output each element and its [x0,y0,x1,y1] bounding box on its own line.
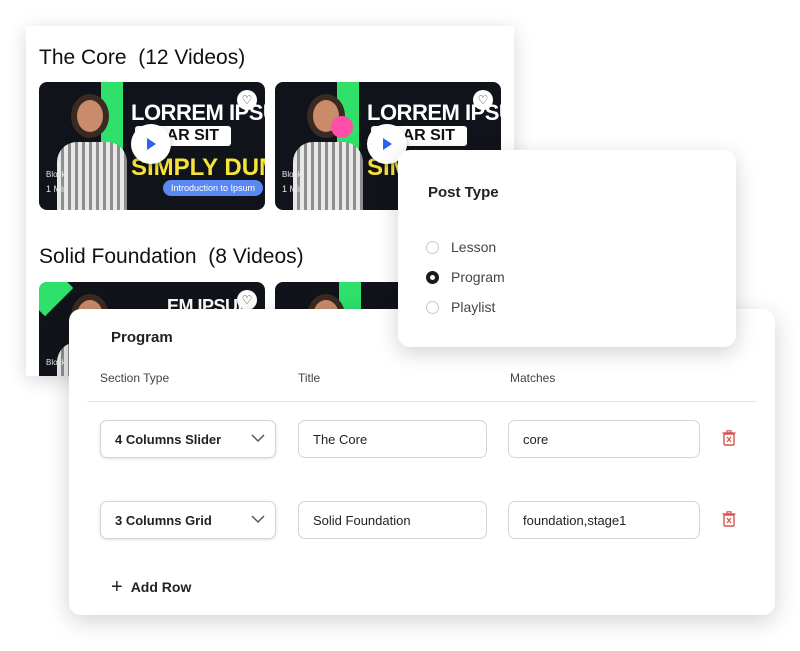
title-input[interactable]: The Core [298,420,487,458]
add-row-button[interactable]: + Add Row [111,577,191,597]
header-divider [87,401,757,402]
add-row-label: Add Row [130,579,192,595]
section-title-solid-foundation: Solid Foundation (8 Videos) [39,245,304,268]
radio-label: Lesson [451,239,497,255]
radio-label: Program [451,269,505,285]
title-input[interactable]: Solid Foundation [298,501,487,539]
radio-option-program[interactable]: Program [426,269,505,285]
column-header-title: Title [298,371,321,385]
heart-icon[interactable]: ♡ [237,90,257,110]
matches-input[interactable]: core [508,420,700,458]
chevron-down-icon [251,515,265,524]
section-title-the-core: The Core (12 Videos) [39,46,246,69]
radio-button-playlist[interactable] [426,300,439,314]
program-title: Program [111,329,173,346]
trash-icon[interactable] [722,511,736,527]
chevron-down-icon [251,434,265,443]
thumbnail-meta-duration: 1 Min [46,184,69,194]
section-type-value: 3 Columns Grid [115,512,212,528]
plus-icon: + [111,576,123,598]
trash-icon[interactable] [722,430,736,446]
thumbnail-meta-block: Block [282,170,302,179]
heart-icon[interactable]: ♡ [473,90,493,110]
post-type-panel: Post Type Lesson Program Playlist [398,150,736,347]
section-type-value: 4 Columns Slider [115,431,222,447]
heart-icon[interactable]: ♡ [237,290,257,310]
column-header-matches: Matches [510,371,556,385]
thumbnail-meta-block: Block [46,358,66,367]
radio-button-program[interactable] [426,270,439,284]
thumbnail-meta-duration: 1 Min [282,184,305,194]
video-thumbnail[interactable]: LORREM IPSUM LLAR SIT SIMPLY DUMMY Intro… [39,82,265,210]
radio-button-lesson[interactable] [426,240,439,254]
thumbnail-lesson-pill: Introduction to Ipsum [163,180,264,196]
bubble-graphic [331,116,353,138]
section-type-select[interactable]: 3 Columns Grid [100,501,276,539]
matches-input[interactable]: foundation,stage1 [508,501,700,539]
post-type-title: Post Type [428,184,499,201]
radio-label: Playlist [451,299,496,315]
section-type-select[interactable]: 4 Columns Slider [100,420,276,458]
radio-option-playlist[interactable]: Playlist [426,299,495,315]
program-panel: Program Section Type Title Matches 4 Col… [69,309,775,615]
radio-option-lesson[interactable]: Lesson [426,239,496,255]
thumbnail-meta-block: Block [46,170,66,179]
column-header-section-type: Section Type [100,371,170,385]
play-icon[interactable] [131,124,171,164]
